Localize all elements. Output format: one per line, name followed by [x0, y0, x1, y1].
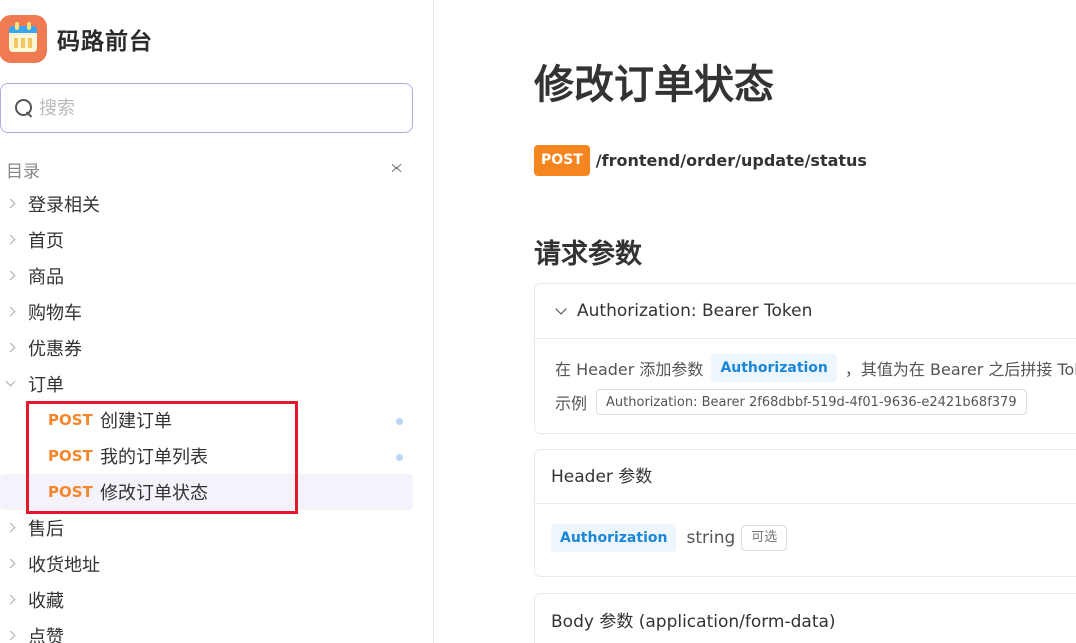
- nav-item-cart[interactable]: 购物车: [0, 294, 413, 330]
- main-content: 修改订单状态 POST /frontend/order/update/statu…: [434, 0, 1076, 643]
- nav-item-login[interactable]: 登录相关: [0, 186, 413, 222]
- optional-badge: 可选: [741, 525, 788, 551]
- nav-item-label: 订单: [28, 375, 64, 396]
- nav-item-label: 购物车: [28, 303, 82, 324]
- endpoint: POST /frontend/order/update/status: [534, 145, 867, 176]
- nav-item-order[interactable]: 订单: [0, 366, 413, 402]
- chevron-right-icon: [0, 294, 28, 330]
- nav-subitem-create-order[interactable]: POST 创建订单: [0, 402, 413, 438]
- nav-item-address[interactable]: 收货地址: [0, 546, 413, 582]
- body-params-card: Body 参数 (application/form-data): [534, 593, 1076, 643]
- auth-desc-prefix: 在 Header 添加参数: [555, 360, 704, 379]
- chevron-right-icon: [0, 546, 28, 582]
- nav-item-label: 首页: [28, 231, 64, 252]
- collapse-all-icon[interactable]: [390, 160, 404, 178]
- brand[interactable]: 码路前台: [0, 14, 153, 64]
- method-label: POST: [48, 411, 93, 429]
- param-name-tag: Authorization: [551, 524, 677, 552]
- nav-subitem-label: 修改订单状态: [100, 483, 208, 504]
- nav-item-after-sale[interactable]: 售后: [0, 510, 413, 546]
- chevron-down-icon: [0, 366, 28, 402]
- section-title: 请求参数: [534, 239, 642, 270]
- sidebar: 码路前台 目录 登录相关 首页 商品 购物车 优惠券 订单 POST 创建订单 …: [0, 0, 434, 643]
- param-row: Authorization string 可选: [535, 504, 1076, 552]
- nav-item-label: 登录相关: [28, 195, 100, 216]
- chevron-right-icon: [0, 618, 28, 643]
- brand-name: 码路前台: [57, 29, 153, 55]
- chevron-right-icon: [0, 186, 28, 222]
- auth-example-value: Authorization: Bearer 2f68dbbf-519d-4f01…: [596, 389, 1027, 415]
- chevron-right-icon: [0, 510, 28, 546]
- nav-item-label: 收货地址: [28, 555, 100, 576]
- nav-subitem-label: 我的订单列表: [100, 447, 208, 468]
- nav-item-label: 优惠券: [28, 339, 82, 360]
- auth-example: 示例 Authorization: Bearer 2f68dbbf-519d-4…: [555, 387, 1076, 417]
- param-type: string: [686, 528, 736, 548]
- auth-card: Authorization: Bearer Token 在 Header 添加参…: [534, 283, 1076, 434]
- chevron-right-icon: [0, 582, 28, 618]
- toc-header: 目录: [6, 156, 406, 182]
- page-title: 修改订单状态: [534, 62, 774, 108]
- nav-subitem-my-orders[interactable]: POST 我的订单列表: [0, 438, 413, 474]
- toc-title: 目录: [6, 161, 40, 182]
- nav-item-coupon[interactable]: 优惠券: [0, 330, 413, 366]
- header-params-title: Header 参数: [535, 450, 1076, 504]
- method-label: POST: [48, 483, 93, 501]
- auth-card-body: 在 Header 添加参数 Authorization ，其值为在 Bearer…: [535, 339, 1076, 417]
- endpoint-path[interactable]: /frontend/order/update/status: [596, 151, 867, 170]
- status-dot: [396, 454, 403, 461]
- auth-card-title: Authorization: Bearer Token: [577, 301, 813, 321]
- app-root: 码路前台 目录 登录相关 首页 商品 购物车 优惠券 订单 POST 创建订单 …: [0, 0, 1076, 643]
- nav-subitem-label: 创建订单: [100, 411, 172, 432]
- chevron-down-icon: [555, 305, 567, 317]
- auth-card-header[interactable]: Authorization: Bearer Token: [535, 284, 1076, 339]
- nav-item-label: 售后: [28, 519, 64, 540]
- auth-desc-suffix: ，其值为在 Bearer 之后拼接 Token: [844, 360, 1076, 379]
- nav-item-likes[interactable]: 点赞: [0, 618, 413, 643]
- body-params-title: Body 参数 (application/form-data): [551, 612, 836, 632]
- search-box[interactable]: [0, 83, 413, 133]
- calendar-logo-icon: [0, 15, 47, 63]
- nav-item-favorites[interactable]: 收藏: [0, 582, 413, 618]
- auth-param-tag: Authorization: [711, 354, 837, 382]
- chevron-right-icon: [0, 330, 28, 366]
- nav-item-home[interactable]: 首页: [0, 222, 413, 258]
- nav-tree: 登录相关 首页 商品 购物车 优惠券 订单 POST 创建订单 POST 我的订…: [0, 186, 413, 643]
- nav-item-label: 商品: [28, 267, 64, 288]
- nav-subitem-update-status[interactable]: POST 修改订单状态: [0, 474, 413, 510]
- search-input[interactable]: [39, 97, 399, 119]
- chevron-right-icon: [0, 222, 28, 258]
- method-badge: POST: [534, 145, 590, 176]
- header-params-card: Header 参数 Authorization string 可选: [534, 449, 1076, 577]
- nav-item-label: 点赞: [28, 627, 64, 643]
- method-label: POST: [48, 447, 93, 465]
- nav-item-label: 收藏: [28, 591, 64, 612]
- auth-description: 在 Header 添加参数 Authorization ，其值为在 Bearer…: [555, 353, 1076, 383]
- chevron-right-icon: [0, 258, 28, 294]
- search-icon: [13, 97, 35, 119]
- nav-item-goods[interactable]: 商品: [0, 258, 413, 294]
- auth-example-label: 示例: [555, 394, 588, 413]
- status-dot: [396, 418, 403, 425]
